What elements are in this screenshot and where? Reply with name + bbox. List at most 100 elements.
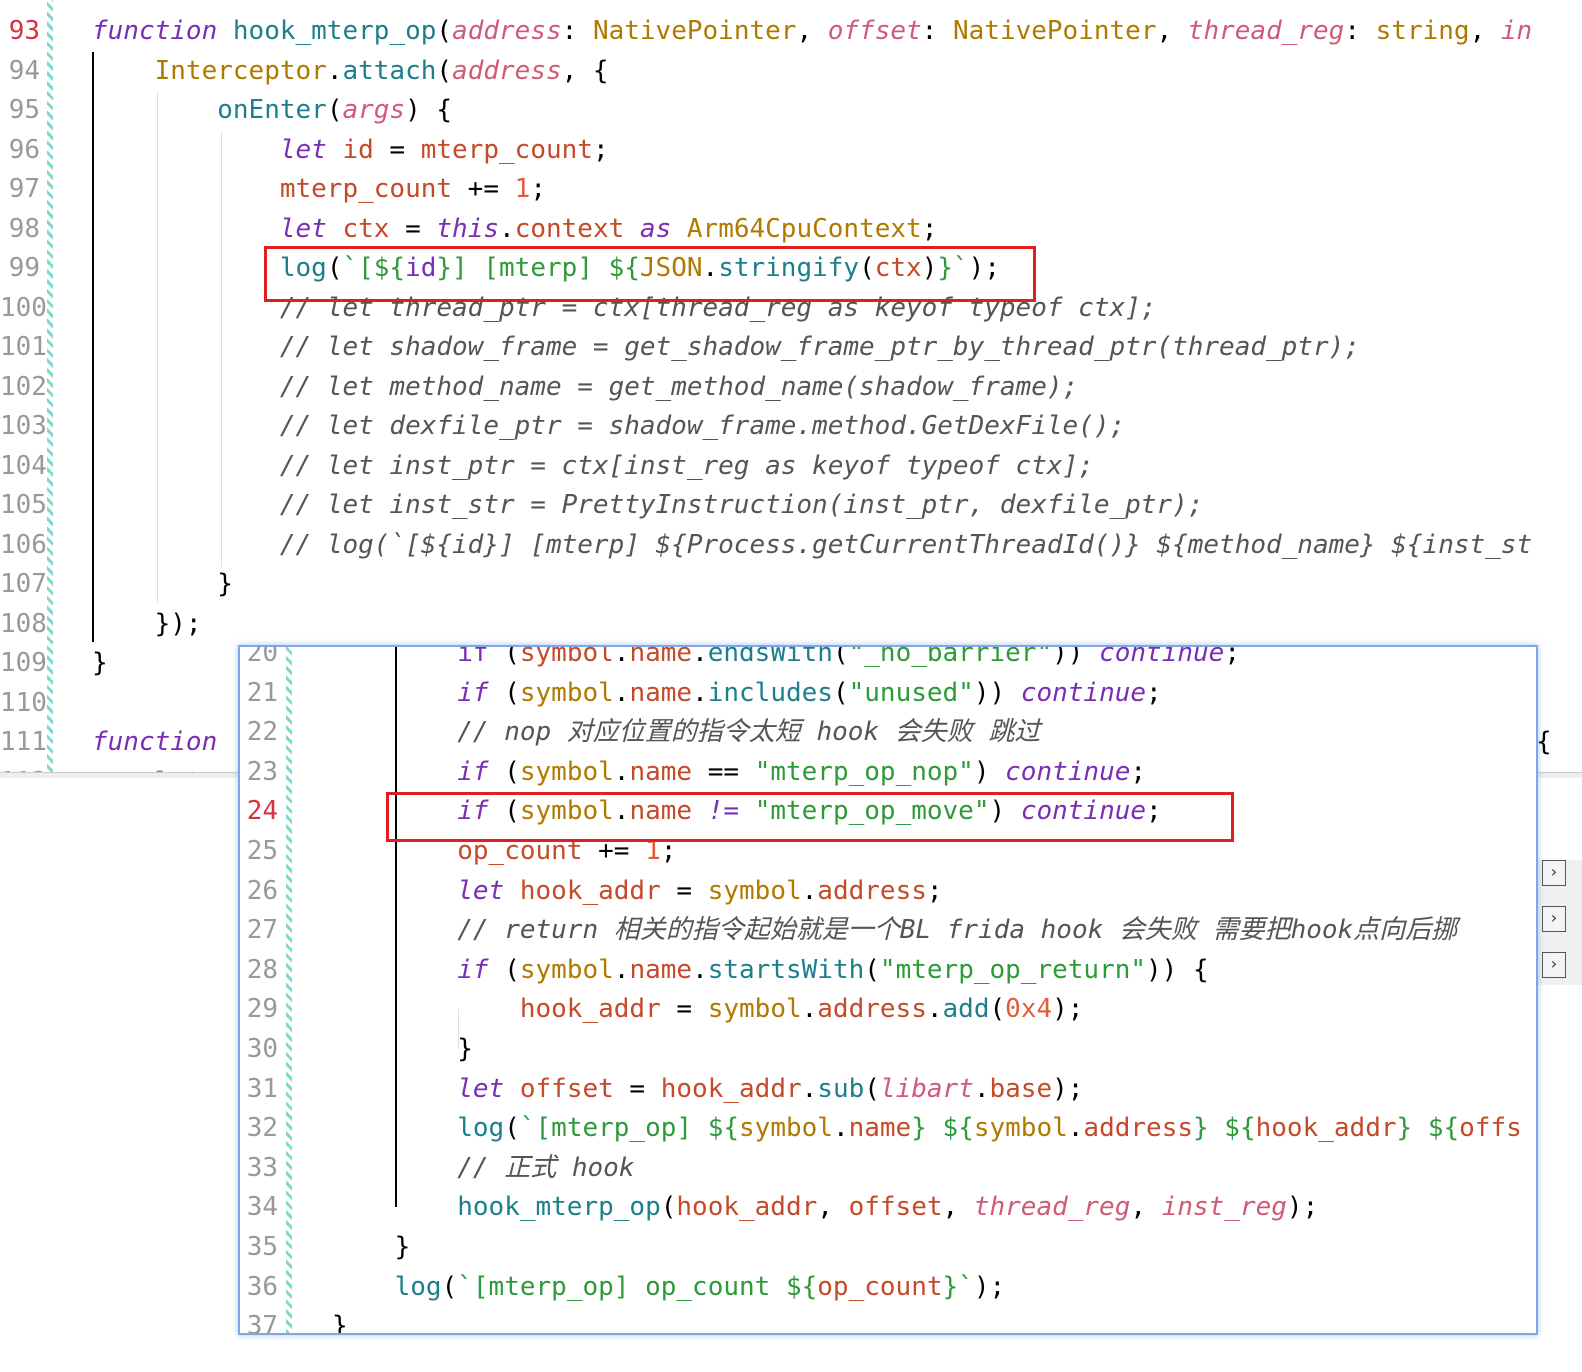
code-line[interactable]: 105 // let inst_str = PrettyInstruction(… xyxy=(0,485,1582,525)
code-token: // 正式 hook xyxy=(457,1152,635,1183)
peek-code-panel[interactable]: 20 if (symbol.name.endsWith("_no_barrier… xyxy=(238,645,1538,1335)
code-token: }` xyxy=(942,1271,974,1302)
code-token: , xyxy=(1156,16,1188,46)
code-token: address xyxy=(452,16,562,46)
code-token: thread_reg xyxy=(1187,16,1345,46)
code-text: // let dexfile_ptr = shadow_frame.method… xyxy=(92,406,1125,446)
code-line[interactable]: 26 let hook_addr = symbol.address; xyxy=(240,871,1536,911)
code-line[interactable]: 21 if (symbol.name.includes("unused")) c… xyxy=(240,673,1536,713)
line-number: 108 xyxy=(0,608,47,639)
code-line[interactable]: 35 } xyxy=(240,1227,1536,1267)
fold-arrow-icon[interactable]: › xyxy=(1542,860,1566,886)
code-line[interactable]: 33 // 正式 hook xyxy=(240,1148,1536,1188)
code-text: log(`[mterp_op] ${symbol.name} ${symbol.… xyxy=(332,1108,1522,1148)
code-token: includes xyxy=(707,677,833,708)
code-token: == xyxy=(692,756,755,787)
code-token: libart xyxy=(879,1073,974,1104)
line-number: 98 xyxy=(8,213,40,244)
code-line[interactable]: 31 let offset = hook_addr.sub(libart.bas… xyxy=(240,1069,1536,1109)
code-line[interactable]: 94 Interceptor.attach(address, { xyxy=(0,51,1582,91)
code-token: "_no_barrier" xyxy=(848,645,1053,668)
code-token: in xyxy=(1500,16,1533,46)
fold-arrow-icon[interactable]: › xyxy=(1542,906,1566,932)
code-token: hook_addr xyxy=(519,994,661,1025)
line-number: 30 xyxy=(246,1034,278,1064)
code-line[interactable]: 96 let id = mterp_count; xyxy=(0,130,1582,170)
code-line[interactable]: 107 } xyxy=(0,564,1582,604)
code-text: // 正式 hook xyxy=(332,1148,634,1188)
code-line[interactable]: 22 // nop 对应位置的指令太短 hook 会失败 跳过 xyxy=(240,712,1536,752)
line-number: 37 xyxy=(246,1311,278,1335)
code-text: let ctx = this.context as Arm64CpuContex… xyxy=(92,209,938,249)
code-token: add xyxy=(942,994,990,1025)
code-line[interactable]: 106 // log(`[${id}] [mterp] ${Process.ge… xyxy=(0,525,1582,565)
code-text: // let method_name = get_method_name(sha… xyxy=(92,367,1078,407)
code-text: } xyxy=(332,1227,411,1267)
code-token: ( xyxy=(660,1192,677,1223)
code-token: symbol xyxy=(519,645,614,668)
code-line[interactable]: 95 onEnter(args) { xyxy=(0,90,1582,130)
line-number: 103 xyxy=(0,411,47,441)
code-text: }); xyxy=(92,604,202,644)
code-line[interactable]: 29 hook_addr = symbol.address.add(0x4); xyxy=(240,989,1536,1029)
code-token: . xyxy=(832,1113,849,1144)
code-token: = xyxy=(613,1073,661,1104)
code-line[interactable]: 97 mterp_count += 1; xyxy=(0,169,1582,209)
code-line[interactable]: 37} xyxy=(240,1306,1536,1335)
code-token: ); xyxy=(1052,994,1084,1025)
code-line[interactable]: 32 log(`[mterp_op] ${symbol.name} ${symb… xyxy=(240,1108,1536,1148)
code-token: function xyxy=(92,727,218,757)
code-text: Interceptor.attach(address, { xyxy=(92,51,609,91)
line-number: 25 xyxy=(246,836,278,866)
code-line[interactable]: 36 log(`[mterp_op] op_count ${op_count}`… xyxy=(240,1267,1536,1307)
code-token: ( xyxy=(488,677,520,708)
code-token: , xyxy=(796,16,828,46)
line-number: 93 xyxy=(8,16,40,46)
code-text: // let shadow_frame = get_shadow_frame_p… xyxy=(92,327,1360,367)
code-line[interactable]: 28 if (symbol.name.startsWith("mterp_op_… xyxy=(240,950,1536,990)
code-line[interactable]: 103 // let dexfile_ptr = shadow_frame.me… xyxy=(0,406,1582,446)
code-line[interactable]: 98 let ctx = this.context as Arm64CpuCon… xyxy=(0,209,1582,249)
code-token: base xyxy=(989,1073,1053,1104)
code-line[interactable]: 30 } xyxy=(240,1029,1536,1069)
code-token: . xyxy=(613,954,630,985)
code-token: ; xyxy=(921,213,938,244)
code-token: } xyxy=(92,648,108,678)
code-line[interactable]: 93 function hook_mterp_op(address: Native… xyxy=(0,11,1582,51)
fold-arrow-icon[interactable]: › xyxy=(1542,952,1566,978)
code-text: let id = mterp_count; xyxy=(92,130,609,170)
code-token: log xyxy=(457,1113,505,1144)
code-text: if (symbol.name.endsWith("_no_barrier"))… xyxy=(332,645,1240,673)
code-line[interactable]: 20 if (symbol.name.endsWith("_no_barrier… xyxy=(240,645,1536,673)
code-line[interactable]: 101 // let shadow_frame = get_shadow_fra… xyxy=(0,327,1582,367)
code-line[interactable]: 23 if (symbol.name == "mterp_op_nop") co… xyxy=(240,752,1536,792)
code-token: "unused" xyxy=(848,677,974,708)
code-token: }); xyxy=(92,608,202,639)
code-token: let xyxy=(457,1073,505,1104)
code-text: // nop 对应位置的指令太短 hook 会失败 跳过 xyxy=(332,712,1040,752)
code-token: , xyxy=(1469,16,1501,46)
code-line[interactable]: 27 // return 相关的指令起始就是一个BL frida hook 会失… xyxy=(240,910,1536,950)
code-token: , xyxy=(1130,1192,1162,1223)
code-token: } ${ xyxy=(911,1113,974,1144)
code-token: hook_addr xyxy=(660,1073,802,1104)
code-line[interactable]: 34 hook_mterp_op(hook_addr, offset, thre… xyxy=(240,1187,1536,1227)
code-token: { xyxy=(1536,727,1552,757)
code-line[interactable]: 104 // let inst_ptr = ctx[inst_reg as ke… xyxy=(0,446,1582,486)
code-line[interactable]: 102 // let method_name = get_method_name… xyxy=(0,367,1582,407)
code-line[interactable]: 108 }); xyxy=(0,604,1582,644)
code-token: address xyxy=(817,994,927,1025)
code-token: } ${ xyxy=(1193,1113,1256,1144)
code-token: } xyxy=(332,1034,473,1064)
code-token: mterp_count xyxy=(420,134,593,165)
code-token: as xyxy=(639,213,672,244)
code-token: ) { xyxy=(405,95,453,125)
code-token: op_count xyxy=(817,1271,943,1302)
code-token: hook_addr xyxy=(519,875,661,906)
